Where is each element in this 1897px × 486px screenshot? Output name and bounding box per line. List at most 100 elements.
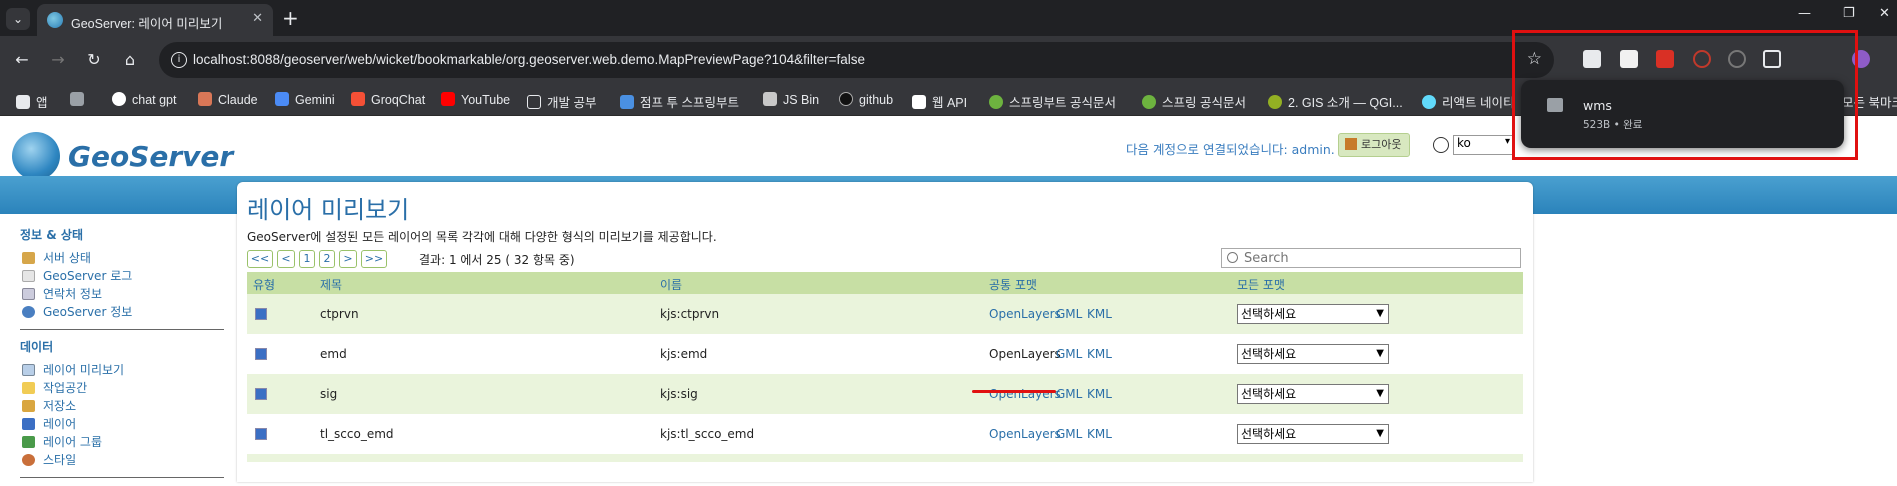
logo-text: GeoServer	[68, 140, 234, 173]
table-row: emd kjs:emd OpenLayers GML KML 선택하세요 ▼	[247, 334, 1523, 374]
new-tab-button[interactable]: +	[282, 6, 299, 30]
layer-icon	[22, 418, 35, 430]
column-type[interactable]: 유형	[253, 276, 275, 293]
search-input[interactable]	[1244, 250, 1514, 266]
bookmark-apps[interactable]: 앱	[16, 92, 48, 111]
home-icon[interactable]: ⌂	[118, 48, 142, 72]
openlayers-link[interactable]: OpenLayers	[989, 307, 1061, 321]
bookmark-gemini[interactable]: Gemini	[275, 92, 335, 107]
sidebar-item-server-status[interactable]: 서버 상태	[20, 249, 225, 267]
page-title: 레이어 미리보기	[247, 196, 410, 224]
grid-icon[interactable]	[70, 92, 90, 107]
log-icon	[22, 270, 35, 282]
close-tab-icon[interactable]: ✕	[252, 11, 263, 26]
bookmark-chatgpt[interactable]: chat gpt	[112, 92, 176, 107]
format-select[interactable]: 선택하세요 ▼	[1237, 304, 1389, 324]
gml-link[interactable]: GML	[1056, 427, 1082, 441]
bookmark-folder-dev[interactable]: 개발 공부	[527, 92, 596, 111]
pager-prev-button[interactable]: <	[277, 250, 295, 268]
bookmark-claude[interactable]: Claude	[198, 92, 258, 107]
geoserver-favicon-icon	[47, 12, 63, 28]
annotation-highlight-box	[1512, 30, 1858, 160]
sidebar-item-workspaces[interactable]: 작업공간	[20, 379, 225, 397]
sidebar-item-geoserver-log[interactable]: GeoServer 로그	[20, 267, 225, 285]
bookmark-springboot-docs[interactable]: 스프링부트 공식문서	[989, 92, 1116, 111]
minimize-icon[interactable]: —	[1798, 6, 1811, 21]
sidebar-item-contact[interactable]: 연락처 정보	[20, 285, 225, 303]
bookmark-jsbin[interactable]: JS Bin	[763, 92, 819, 107]
kml-link[interactable]: KML	[1087, 427, 1112, 441]
style-palette-icon	[22, 454, 35, 466]
bookmark-react-native[interactable]: 리액트 네이티	[1422, 92, 1514, 111]
url-text[interactable]: localhost:8088/geoserver/web/wicket/book…	[193, 52, 865, 67]
sidebar: 정보 & 상태 서버 상태 GeoServer 로그 연락처 정보 GeoSer…	[20, 226, 225, 486]
format-select[interactable]: 선택하세요 ▼	[1237, 424, 1389, 444]
layer-title: ctprvn	[320, 307, 359, 321]
workspace-folder-icon	[22, 382, 35, 394]
sidebar-item-styles[interactable]: 스타일	[20, 451, 225, 469]
format-select[interactable]: 선택하세요 ▼	[1237, 344, 1389, 364]
sidebar-item-layer-groups[interactable]: 레이어 그룹	[20, 433, 225, 451]
sidebar-item-stores[interactable]: 저장소	[20, 397, 225, 415]
kml-link[interactable]: KML	[1087, 387, 1112, 401]
openlayers-link[interactable]: OpenLayers	[989, 347, 1061, 361]
layer-title: tl_scco_emd	[320, 427, 394, 441]
format-select[interactable]: 선택하세요 ▼	[1237, 384, 1389, 404]
logout-icon	[1345, 138, 1357, 150]
pager-page-1[interactable]: 1	[299, 250, 315, 268]
tab-search-button[interactable]: ⌄	[6, 8, 30, 30]
bookmark-gis-qgis[interactable]: 2. GIS 소개 — QGI...	[1268, 92, 1403, 111]
layer-name: kjs:sig	[660, 387, 698, 401]
gml-link[interactable]: GML	[1056, 307, 1082, 321]
main-panel: 레이어 미리보기 GeoServer에 설정된 모든 레이어의 목록 각각에 대…	[237, 182, 1533, 482]
bookmark-youtube[interactable]: YouTube	[441, 92, 510, 107]
page-description: GeoServer에 설정된 모든 레이어의 목록 각각에 대해 다양한 형식의…	[247, 230, 717, 244]
login-info: 다음 계정으로 연결되었습니다: admin.	[1126, 142, 1335, 157]
forward-icon[interactable]: →	[46, 48, 70, 72]
browser-tab-active[interactable]: GeoServer: 레이어 미리보기 ✕	[37, 4, 273, 36]
bookmark-github[interactable]: github	[839, 92, 893, 107]
server-status-icon	[22, 252, 35, 264]
window-close-icon[interactable]: ✕	[1879, 6, 1890, 21]
site-info-icon[interactable]: i	[171, 52, 187, 68]
pager-next-button[interactable]: >	[339, 250, 357, 268]
sidebar-item-layers[interactable]: 레이어	[20, 415, 225, 433]
chevron-down-icon: ▼	[1376, 428, 1384, 439]
bookmark-jump-to-spring[interactable]: 점프 투 스프링부트	[620, 92, 739, 111]
kml-link[interactable]: KML	[1087, 347, 1112, 361]
column-all-formats: 모든 포맷	[1237, 278, 1285, 292]
column-common-formats: 공통 포맷	[989, 278, 1037, 292]
pager-page-2[interactable]: 2	[319, 250, 335, 268]
table-header: 유형 제목 이름 공통 포맷 모든 포맷	[247, 272, 1523, 294]
layer-title: emd	[320, 347, 347, 361]
kml-link[interactable]: KML	[1087, 307, 1112, 321]
layer-name: kjs:tl_scco_emd	[660, 427, 755, 441]
bookmark-groqchat[interactable]: GroqChat	[351, 92, 425, 107]
pager-last-button[interactable]: >>	[361, 250, 387, 268]
restore-icon[interactable]: ❐	[1843, 6, 1855, 21]
chevron-down-icon: ▼	[1376, 308, 1384, 319]
table-row: tl_scco_emd kjs:tl_scco_emd OpenLayers G…	[247, 414, 1523, 454]
geoserver-logo[interactable]: GeoServer	[12, 132, 233, 180]
sidebar-item-about[interactable]: GeoServer 정보	[20, 303, 225, 321]
address-bar[interactable]: i localhost:8088/geoserver/web/wicket/bo…	[159, 42, 1554, 78]
search-box[interactable]	[1221, 248, 1521, 268]
pager-first-button[interactable]: <<	[247, 250, 273, 268]
column-title[interactable]: 제목	[320, 276, 342, 293]
annotation-underline	[972, 390, 1056, 393]
geoserver-globe-icon	[12, 132, 60, 180]
layer-type-icon	[255, 388, 267, 400]
logout-button[interactable]: 로그아웃	[1338, 133, 1411, 157]
gml-link[interactable]: GML	[1056, 347, 1082, 361]
bookmark-web-api[interactable]: 웹 API	[912, 92, 967, 111]
tab-title: GeoServer: 레이어 미리보기	[71, 17, 223, 31]
gml-link[interactable]: GML	[1056, 387, 1082, 401]
table-row: sig kjs:sig OpenLayers GML KML 선택하세요 ▼	[247, 374, 1523, 414]
openlayers-link[interactable]: OpenLayers	[989, 427, 1061, 441]
sidebar-item-layer-preview[interactable]: 레이어 미리보기	[20, 361, 225, 379]
bookmark-spring-docs[interactable]: 스프링 공식문서	[1142, 92, 1246, 111]
reload-icon[interactable]: ↻	[82, 48, 106, 72]
column-name[interactable]: 이름	[660, 276, 682, 293]
language-select[interactable]: ko ▾	[1453, 135, 1515, 155]
back-icon[interactable]: ←	[10, 48, 34, 72]
